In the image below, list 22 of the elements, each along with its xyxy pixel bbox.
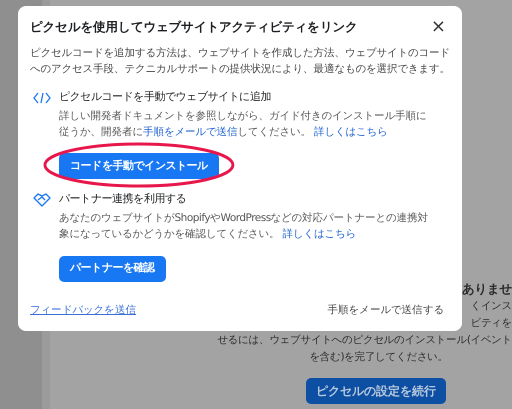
background-text: ビティを	[470, 316, 512, 331]
intro-text: ピクセルコードを追加する方法は、ウェブサイトを作成した方法、ウェブサイトのコードへのアクセス手段、テクニカルサポートの提供状況により、最適なものを選択できます。	[30, 46, 450, 77]
code-icon	[33, 92, 51, 104]
continue-button[interactable]: ピクセルの設定を続行	[306, 378, 446, 404]
background-text: くインス	[470, 299, 512, 314]
option-button[interactable]: コードを手動でインストール	[59, 153, 219, 180]
learn-more-link[interactable]: 詳しくはこちら	[314, 126, 388, 138]
background-text: を含む)を完了してください。	[309, 350, 448, 365]
email-instructions-button[interactable]: 手順をメールで送信する	[321, 303, 450, 319]
handshake-icon	[33, 192, 51, 208]
dialog-title: ピクセルを使用してウェブサイトアクティビティをリンク	[30, 18, 358, 36]
option-title: パートナー連携を利用する	[59, 191, 188, 208]
background-text: せるには、ウェブサイトへのピクセルのインストール(イベント	[217, 333, 512, 348]
option-description: あなたのウェブサイトがShopifyやWordPressなどの対応パートナーとの連携対象になっているかどうかを確認してください。 詳しくはこちら	[59, 211, 430, 242]
email-link[interactable]: 手順をメールで送信	[143, 126, 238, 138]
option-button[interactable]: パートナーを確認	[59, 256, 166, 282]
close-button[interactable]: ×	[426, 18, 450, 36]
learn-more-link[interactable]: 詳しくはこちら	[282, 228, 356, 240]
feedback-link[interactable]: フィードバックを送信	[30, 303, 136, 319]
option-title: ピクセルコードを手動でウェブサイトに追加	[59, 89, 272, 105]
background-heading: ありませ	[462, 280, 512, 298]
option-description: 詳しい開発者ドキュメントを参照しながら、ガイド付きのインストール手順に従うか、開発者に手順をメールで送信してください。 詳しくはこちら	[59, 109, 428, 140]
